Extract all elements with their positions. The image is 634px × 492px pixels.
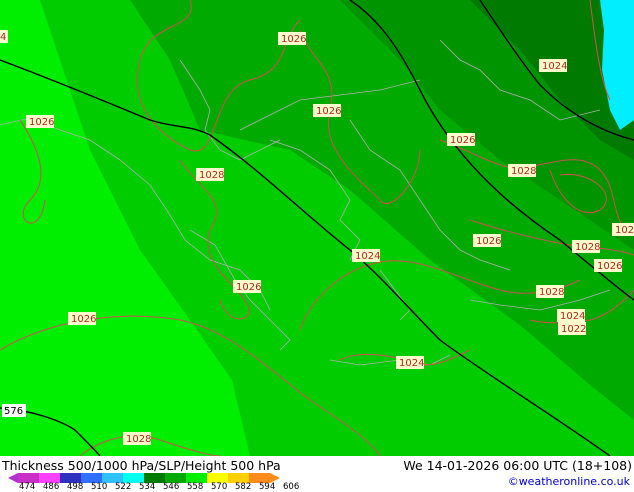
- height-label: 576: [2, 404, 26, 417]
- isobar-label: 1026: [447, 133, 475, 146]
- scale-tick: 486: [43, 482, 60, 492]
- svg-text:4: 4: [0, 32, 6, 43]
- isobar-label: 1024: [396, 356, 424, 369]
- credit-link[interactable]: ©weatheronline.co.uk: [508, 475, 630, 488]
- scale-tick: 570: [211, 482, 228, 492]
- isobar-label: 1022: [558, 322, 586, 335]
- svg-text:1024: 1024: [542, 61, 567, 72]
- isobar-label: 1028: [572, 240, 600, 253]
- isobar-label: 1028: [196, 168, 224, 181]
- svg-text:1026: 1026: [236, 282, 261, 293]
- isobar-label: 1026: [313, 104, 341, 117]
- map-footer: Thickness 500/1000 hPa/SLP/Height 500 hP…: [0, 456, 634, 492]
- scale-ticks: 474 486 498 510 522 534 546 558 570 582 594 606: [19, 482, 307, 492]
- scale-tick: 558: [187, 482, 204, 492]
- scale-tick: 594: [259, 482, 276, 492]
- isobar-label: 1026: [278, 32, 306, 45]
- isobar-label: 1026: [473, 234, 501, 247]
- svg-text:1028: 1028: [126, 434, 151, 445]
- svg-text:1024: 1024: [355, 251, 380, 262]
- svg-text:1026: 1026: [29, 117, 54, 128]
- isobar-label: 1026: [594, 259, 622, 272]
- scale-tick: 606: [283, 482, 300, 492]
- weather-map: 1026 1026 1028 1026 1024 1026 1028 1026 …: [0, 0, 634, 456]
- scale-tick: 510: [91, 482, 108, 492]
- svg-text:1026: 1026: [316, 106, 341, 117]
- svg-text:1028: 1028: [539, 287, 564, 298]
- valid-datetime: We 14-01-2026 06:00 UTC (18+108): [403, 458, 632, 473]
- svg-text:576: 576: [4, 406, 23, 417]
- scale-tick: 534: [139, 482, 156, 492]
- svg-text:1028: 1028: [575, 242, 600, 253]
- isobar-label: 1026: [233, 280, 261, 293]
- isobar-label: 1024: [352, 249, 380, 262]
- isobar-label: 4: [0, 30, 8, 43]
- scale-tick: 498: [67, 482, 84, 492]
- svg-text:1022: 1022: [561, 324, 586, 335]
- svg-text:1028: 1028: [199, 170, 224, 181]
- isobar-label: 1026: [26, 115, 54, 128]
- svg-text:1026: 1026: [597, 261, 622, 272]
- svg-text:102: 102: [615, 225, 634, 236]
- isobar-label: 1028: [123, 432, 151, 445]
- svg-text:1028: 1028: [511, 166, 536, 177]
- isobar-label: 1028: [508, 164, 536, 177]
- isobar-label: 1026: [68, 312, 96, 325]
- thickness-scale: 474 486 498 510 522 534 546 558 570 582 594 606: [8, 473, 308, 492]
- scale-arrow-left: [8, 473, 18, 483]
- isobar-label: 1024: [557, 309, 585, 322]
- isobar-label: 102: [612, 223, 634, 236]
- svg-text:1026: 1026: [281, 34, 306, 45]
- svg-text:1024: 1024: [399, 358, 424, 369]
- isobar-label: 1028: [536, 285, 564, 298]
- scale-tick: 546: [163, 482, 180, 492]
- svg-text:1026: 1026: [71, 314, 96, 325]
- scale-tick: 522: [115, 482, 132, 492]
- svg-text:1026: 1026: [450, 135, 475, 146]
- scale-tick: 474: [19, 482, 36, 492]
- svg-text:1024: 1024: [560, 311, 585, 322]
- scale-tick: 582: [235, 482, 252, 492]
- isobar-label: 1024: [539, 59, 567, 72]
- map-title: Thickness 500/1000 hPa/SLP/Height 500 hP…: [2, 458, 281, 473]
- svg-text:1026: 1026: [476, 236, 501, 247]
